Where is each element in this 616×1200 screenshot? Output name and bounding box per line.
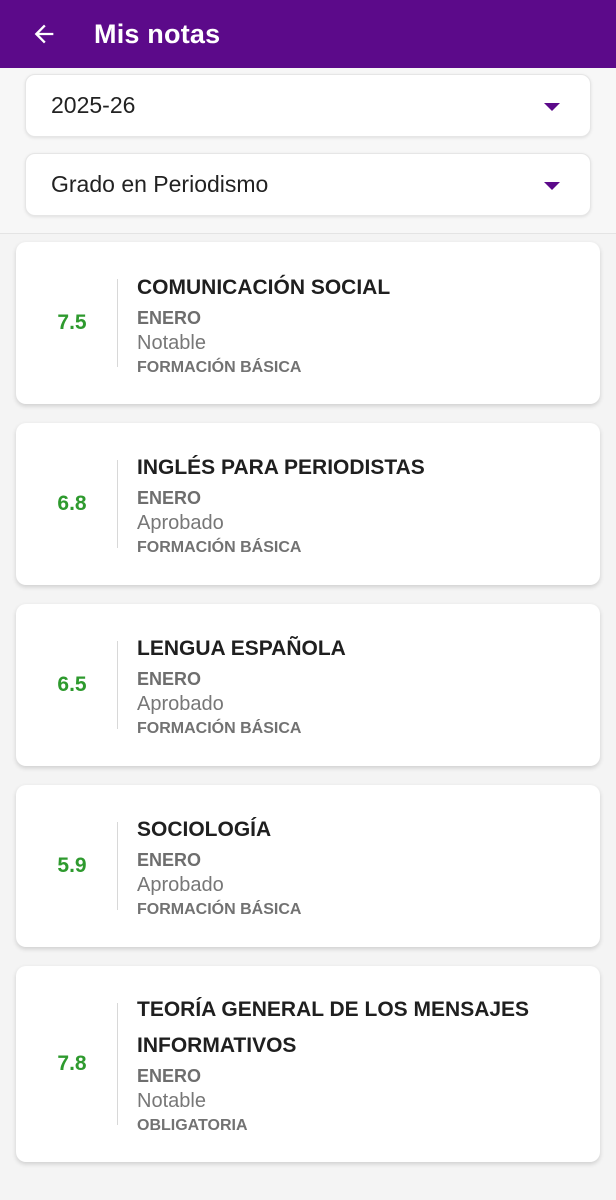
convocatoria: ENERO (137, 669, 202, 689)
degree-value: Grado en Periodismo (51, 171, 269, 197)
card-divider (117, 460, 118, 548)
convocatoria: ENERO (137, 1066, 202, 1086)
grade-card[interactable]: 6.8 INGLÉS PARA PERIODISTAS ENERO Aproba… (16, 423, 600, 585)
grade-value: 6.8 (57, 492, 87, 515)
subject-name: INGLÉS PARA PERIODISTAS (137, 456, 425, 479)
subject-name: TEORÍA GENERAL DE LOS MENSAJES INFORMATI… (137, 998, 530, 1057)
grade-value: 7.5 (57, 311, 87, 334)
course-type: FORMACIÓN BÁSICA (137, 901, 302, 918)
result-label: Notable (137, 332, 206, 354)
course-info: COMUNICACIÓN SOCIAL ENERO Notable FORMAC… (137, 270, 560, 380)
dropdown-arrow-icon (544, 103, 560, 111)
degree-select[interactable]: Grado en Periodismo (25, 153, 591, 216)
result-label: Aprobado (137, 874, 224, 896)
grade-card[interactable]: 7.8 TEORÍA GENERAL DE LOS MENSAJES INFOR… (16, 966, 600, 1162)
course-type: FORMACIÓN BÁSICA (137, 359, 302, 376)
result-label: Aprobado (137, 693, 224, 715)
grade-value: 6.5 (57, 673, 87, 696)
course-info: SOCIOLOGÍA ENERO Aprobado FORMACIÓN BÁSI… (137, 812, 560, 922)
subject-name: LENGUA ESPAÑOLA (137, 637, 346, 660)
academic-year-select[interactable]: 2025-26 (25, 74, 591, 137)
back-button[interactable] (20, 10, 68, 58)
grade-card[interactable]: 6.5 LENGUA ESPAÑOLA ENERO Aprobado FORMA… (16, 604, 600, 766)
subject-name: COMUNICACIÓN SOCIAL (137, 276, 391, 299)
grade-value: 5.9 (57, 854, 87, 877)
convocatoria: ENERO (137, 488, 202, 508)
card-divider (117, 1003, 118, 1125)
course-type: FORMACIÓN BÁSICA (137, 539, 302, 556)
arrow-left-icon (34, 24, 54, 44)
course-info: INGLÉS PARA PERIODISTAS ENERO Aprobado F… (137, 450, 560, 560)
convocatoria: ENERO (137, 308, 202, 328)
result-label: Aprobado (137, 512, 224, 534)
grade-card[interactable]: 7.5 COMUNICACIÓN SOCIAL ENERO Notable FO… (16, 242, 600, 404)
course-info: LENGUA ESPAÑOLA ENERO Aprobado FORMACIÓN… (137, 631, 560, 741)
page-title: Mis notas (94, 18, 221, 49)
course-type: FORMACIÓN BÁSICA (137, 720, 302, 737)
grade-value: 7.8 (57, 1052, 87, 1075)
academic-year-value: 2025-26 (51, 92, 136, 118)
card-divider (117, 822, 118, 910)
course-info: TEORÍA GENERAL DE LOS MENSAJES INFORMATI… (137, 992, 560, 1138)
course-type: OBLIGATORIA (137, 1117, 248, 1134)
convocatoria: ENERO (137, 850, 202, 870)
result-label: Notable (137, 1090, 206, 1112)
card-divider (117, 279, 118, 367)
card-divider (117, 641, 118, 729)
grade-card[interactable]: 5.9 SOCIOLOGÍA ENERO Aprobado FORMACIÓN … (16, 785, 600, 947)
app-bar: Mis notas (0, 0, 616, 68)
subject-name: SOCIOLOGÍA (137, 818, 272, 841)
dropdown-arrow-icon (544, 182, 560, 190)
filters-panel: 2025-26 Grado en Periodismo (0, 68, 616, 234)
